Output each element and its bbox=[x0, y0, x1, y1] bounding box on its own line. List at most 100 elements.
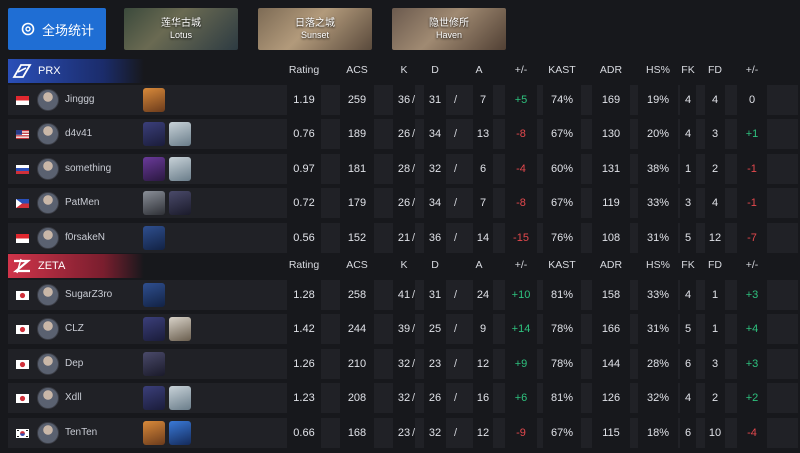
separator-slash: / bbox=[412, 392, 416, 405]
stat-fk: 1 bbox=[680, 153, 696, 184]
stat-pm: +14 bbox=[505, 314, 537, 345]
stat-a: 14 bbox=[473, 222, 493, 253]
avatar bbox=[37, 284, 59, 306]
player-row[interactable]: SugarZ3ro 1.28 258 41 31 24 +10 81% 158 33% 4 1 +3// bbox=[8, 280, 798, 310]
column-header: D bbox=[431, 64, 439, 76]
stat-kast: 78% bbox=[543, 314, 581, 345]
stat-pm: -9 bbox=[505, 417, 537, 448]
stat-acs: 179 bbox=[340, 188, 374, 219]
player-row[interactable]: Jinggg 1.19 259 36 31 7 +5 74% 169 19% 4 4 0// bbox=[8, 85, 798, 115]
agent-raze-icon bbox=[143, 88, 165, 112]
map-tab-en-label: Sunset bbox=[300, 29, 330, 40]
player-row[interactable]: d4v41 0.76 189 26 34 13 -8 67% 130 20% 4 3 +1// bbox=[8, 119, 798, 150]
flag-jp-icon bbox=[16, 394, 29, 404]
flag-us-icon bbox=[16, 130, 29, 140]
team-name: ZETA bbox=[38, 260, 66, 272]
player-row[interactable]: f0rsakeN 0.56 152 21 36 14 -15 76% 108 31% 5 12 -7// bbox=[8, 222, 798, 253]
stat-fk: 5 bbox=[680, 314, 696, 345]
stat-adr: 126 bbox=[592, 383, 630, 414]
player-row[interactable]: Xdll 1.23 208 32 26 16 +6 81% 126 32% 4 2 +2// bbox=[8, 383, 798, 414]
stat-kast: 76% bbox=[543, 222, 581, 253]
stat-fpm: +2 bbox=[737, 383, 767, 414]
column-header: FD bbox=[708, 64, 722, 76]
stat-hs: 33% bbox=[638, 280, 678, 310]
agent-fade-icon bbox=[143, 317, 165, 342]
stat-d: 31 bbox=[424, 85, 446, 115]
stat-adr: 158 bbox=[592, 280, 630, 310]
stat-adr: 131 bbox=[592, 153, 630, 184]
player-row[interactable]: Dep 1.26 210 32 23 12 +9 78% 144 28% 6 3 +3// bbox=[8, 348, 798, 379]
stat-fk: 4 bbox=[680, 85, 696, 115]
all-stats-button[interactable]: 全场统计 bbox=[8, 8, 106, 50]
player-row[interactable]: PatMen 0.72 179 26 34 7 -8 67% 119 33% 3 4 -1// bbox=[8, 188, 798, 219]
column-header: A bbox=[475, 64, 483, 76]
agent-reyna-icon bbox=[143, 156, 165, 181]
stat-pm: +6 bbox=[505, 383, 537, 414]
stat-fpm: +4 bbox=[737, 314, 767, 345]
stat-d: 23 bbox=[424, 348, 446, 379]
column-header: Rating bbox=[288, 64, 320, 76]
flag-jp-icon bbox=[16, 359, 29, 369]
stat-hs: 28% bbox=[638, 348, 678, 379]
player-name[interactable]: Xdll bbox=[65, 392, 82, 403]
stat-pm: +10 bbox=[505, 280, 537, 310]
column-header: KAST bbox=[548, 259, 576, 271]
column-header: ACS bbox=[346, 64, 368, 76]
player-name[interactable]: CLZ bbox=[65, 323, 84, 334]
player-name[interactable]: TenTen bbox=[65, 427, 97, 438]
stat-fpm: +1 bbox=[737, 119, 767, 150]
avatar bbox=[37, 123, 59, 146]
separator-slash: / bbox=[412, 94, 416, 106]
stat-fpm: -1 bbox=[737, 153, 767, 184]
stat-adr: 169 bbox=[592, 85, 630, 115]
player-name[interactable]: Jinggg bbox=[65, 94, 94, 105]
map-tab-sunset[interactable]: 日落之城 Sunset bbox=[258, 8, 372, 50]
player-row[interactable]: CLZ 1.42 244 39 25 9 +14 78% 166 31% 5 1 +4// bbox=[8, 314, 798, 345]
stat-rating: 1.23 bbox=[287, 383, 321, 414]
agent-sage-icon bbox=[169, 156, 191, 181]
player-row[interactable]: TenTen 0.66 168 23 32 12 -9 67% 115 18% 6 10 -4// bbox=[8, 417, 798, 448]
column-header: K bbox=[400, 64, 408, 76]
player-name[interactable]: d4v41 bbox=[65, 128, 92, 139]
stat-fd: 1 bbox=[705, 280, 725, 310]
separator-slash: / bbox=[412, 197, 416, 210]
separator-slash: / bbox=[412, 231, 416, 244]
stat-pm: +5 bbox=[505, 85, 537, 115]
stat-acs: 189 bbox=[340, 119, 374, 150]
separator-slash: / bbox=[454, 323, 458, 336]
agent-fade-icon bbox=[143, 386, 165, 411]
team-header-prx: PRX Rating ACS K D A +/- KAST ADR HS% FK FD +/- bbox=[0, 59, 800, 83]
stat-rating: 0.66 bbox=[287, 417, 321, 448]
avatar bbox=[37, 157, 59, 180]
column-header: ADR bbox=[599, 259, 623, 271]
separator-slash: / bbox=[454, 231, 458, 244]
stat-fd: 10 bbox=[705, 417, 725, 448]
agent-neon-icon bbox=[169, 420, 191, 445]
agent-harbor-icon bbox=[143, 225, 165, 250]
player-name[interactable]: SugarZ3ro bbox=[65, 289, 112, 300]
flag-ru-icon bbox=[16, 164, 29, 174]
column-header: HS% bbox=[646, 64, 670, 76]
all-stats-label: 全场统计 bbox=[41, 22, 94, 38]
stat-d: 34 bbox=[424, 119, 446, 150]
stat-adr: 119 bbox=[592, 188, 630, 219]
avatar bbox=[37, 89, 59, 111]
player-name[interactable]: Dep bbox=[65, 358, 83, 369]
stat-d: 25 bbox=[424, 314, 446, 345]
flag-kr-icon bbox=[16, 428, 29, 438]
stat-kast: 67% bbox=[543, 188, 581, 219]
stat-rating: 1.42 bbox=[287, 314, 321, 345]
player-row[interactable]: something 0.97 181 28 32 6 -4 60% 131 38% 1 2 -1// bbox=[8, 153, 798, 184]
map-tab-cn-label: 日落之城 bbox=[295, 17, 335, 29]
player-name[interactable]: something bbox=[65, 163, 111, 174]
player-name[interactable]: f0rsakeN bbox=[65, 232, 105, 243]
stat-kast: 67% bbox=[543, 119, 581, 150]
map-tab-lotus[interactable]: 莲华古城 Lotus bbox=[124, 8, 238, 50]
player-name[interactable]: PatMen bbox=[65, 197, 99, 208]
stat-kast: 67% bbox=[543, 417, 581, 448]
stat-rating: 1.19 bbox=[287, 85, 321, 115]
stat-fd: 2 bbox=[705, 383, 725, 414]
map-tab-haven[interactable]: 隐世修所 Haven bbox=[392, 8, 506, 50]
column-header: +/- bbox=[514, 259, 528, 271]
stat-d: 26 bbox=[424, 383, 446, 414]
